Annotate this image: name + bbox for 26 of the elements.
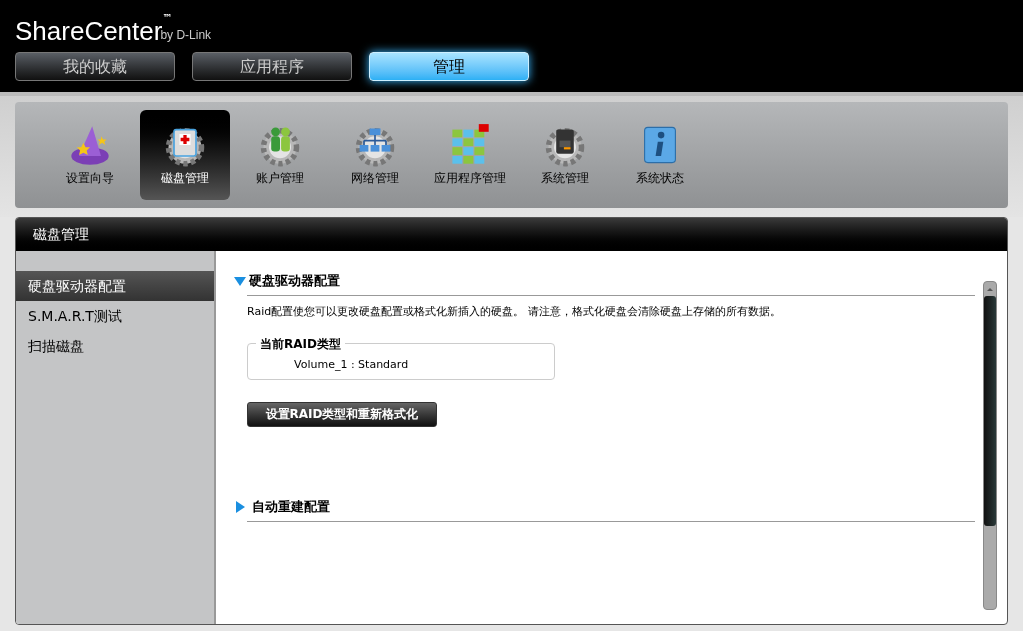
expanded-triangle-icon	[234, 276, 246, 286]
toolbar-item[interactable]: 账户管理	[235, 110, 325, 200]
brand-byline: by D-Link	[160, 28, 212, 44]
raid-type-value: Volume_1 : Standard	[294, 356, 409, 373]
main-tab[interactable]: 管理	[369, 52, 529, 81]
main-tab[interactable]: 应用程序	[192, 52, 352, 81]
sidebar-item[interactable]: S.M.A.R.T测试	[16, 301, 214, 331]
collapsed-triangle-icon	[236, 500, 245, 513]
trademark-symbol: ™	[162, 11, 173, 25]
toolbar-item[interactable]: 系统管理	[520, 110, 610, 200]
brand-logo: ShareCenter	[15, 18, 163, 44]
scroll-thumb[interactable]	[984, 296, 996, 526]
sidebar-item[interactable]: 硬盘驱动器配置	[16, 271, 214, 301]
toolbar-item[interactable]: 系统状态	[615, 110, 705, 200]
section-header[interactable]: 硬盘驱动器配置	[234, 271, 975, 291]
toolbar-item[interactable]: 应用程序管理	[425, 110, 515, 200]
reformat-button[interactable]: 设置RAID类型和重新格式化	[247, 401, 437, 427]
toolbar-item[interactable]: 磁盘管理	[140, 110, 230, 200]
sidebar-item[interactable]: 扫描磁盘	[16, 331, 214, 361]
description-text: Raid配置使您可以更改硬盘配置或格式化新插入的硬盘。 请注意，格式化硬盘会清除硬盘上存储的所有数据。	[247, 304, 782, 320]
section-header[interactable]: 自动重建配置	[234, 496, 975, 517]
group-legend: 当前RAID类型	[256, 334, 345, 353]
toolbar-item[interactable]: 设置向导	[45, 110, 135, 200]
toolbar-item[interactable]: 网络管理	[330, 110, 420, 200]
panel-title: 磁盘管理	[33, 225, 89, 244]
main-tab[interactable]: 我的收藏	[15, 52, 175, 81]
